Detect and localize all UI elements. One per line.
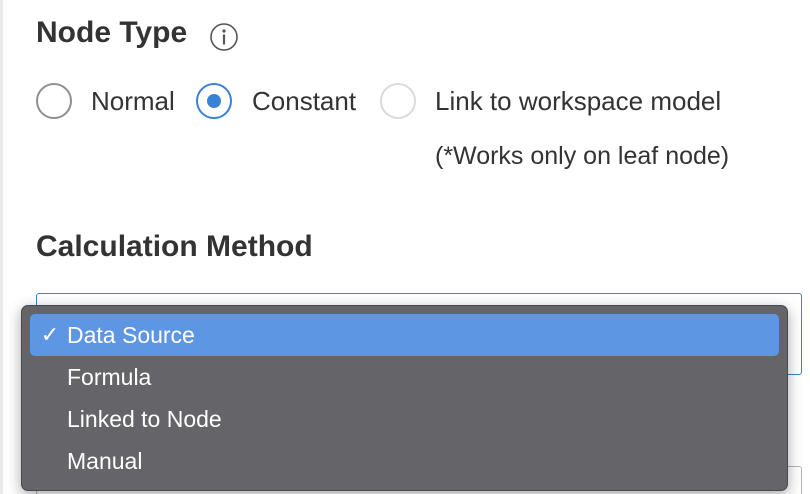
calculation-method-dropdown-menu: ✓ Data Source Formula Linked to Node Man… bbox=[21, 305, 788, 491]
menu-item-linked-to-node[interactable]: Linked to Node bbox=[30, 398, 779, 440]
checkmark-icon: ✓ bbox=[40, 322, 60, 347]
menu-item-label: Linked to Node bbox=[67, 406, 222, 432]
radio-constant[interactable] bbox=[196, 83, 232, 119]
menu-item-label: Data Source bbox=[67, 322, 195, 348]
radio-link-to-workspace-model-label: Link to workspace model bbox=[435, 86, 722, 116]
menu-item-formula[interactable]: Formula bbox=[30, 356, 779, 398]
menu-item-label: Manual bbox=[67, 448, 143, 474]
radio-constant-label[interactable]: Constant bbox=[252, 87, 356, 116]
left-divider bbox=[0, 0, 3, 494]
node-settings-panel: Node Type Normal Constant Link to worksp… bbox=[0, 0, 810, 494]
calculation-method-title: Calculation Method bbox=[36, 230, 313, 263]
menu-item-label: Formula bbox=[67, 364, 152, 390]
menu-item-data-source[interactable]: ✓ Data Source bbox=[30, 314, 779, 356]
node-type-radio-group: Normal Constant Link to workspace model bbox=[0, 82, 810, 122]
radio-selected-dot bbox=[207, 94, 221, 108]
info-icon[interactable] bbox=[209, 22, 239, 52]
node-type-title: Node Type bbox=[36, 16, 188, 49]
leaf-node-note: (*Works only on leaf node) bbox=[435, 142, 730, 170]
radio-normal-label[interactable]: Normal bbox=[91, 87, 175, 116]
radio-link-to-workspace-model bbox=[380, 83, 416, 119]
menu-item-manual[interactable]: Manual bbox=[30, 440, 779, 482]
radio-normal[interactable] bbox=[36, 83, 72, 119]
